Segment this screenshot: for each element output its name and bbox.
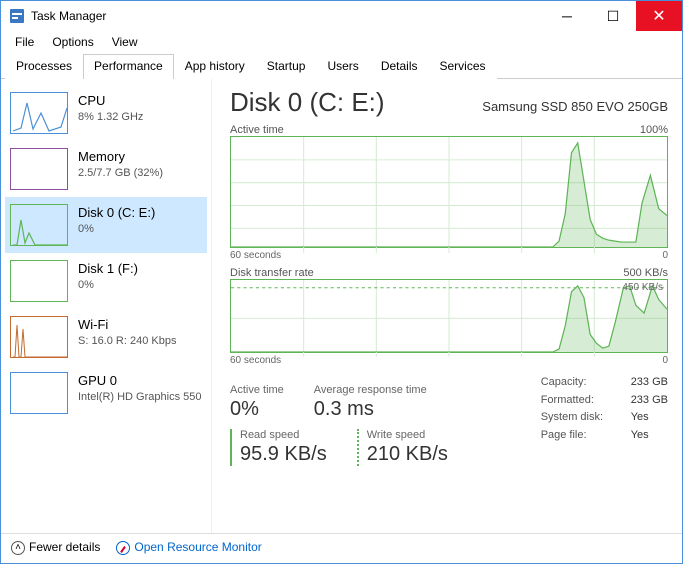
maximize-button[interactable]: ☐ (590, 1, 636, 31)
chevron-up-icon: ˄ (11, 541, 25, 555)
main-pane: Disk 0 (C: E:) Samsung SSD 850 EVO 250GB… (211, 79, 682, 533)
cpu-thumb-icon (10, 92, 68, 134)
chart2-label: Disk transfer rate (230, 267, 314, 279)
disk0-thumb-icon (10, 204, 68, 246)
sidebar-item-label: Disk 0 (C: E:) (78, 204, 155, 222)
menu-view[interactable]: View (104, 33, 146, 51)
resource-monitor-icon (116, 541, 130, 555)
sidebar-item-label: Disk 1 (F:) (78, 260, 138, 278)
tab-startup[interactable]: Startup (256, 54, 317, 79)
page-title: Disk 0 (C: E:) (230, 87, 385, 118)
menu-options[interactable]: Options (44, 33, 101, 51)
minimize-button[interactable]: ─ (544, 1, 590, 31)
sidebar-item-label: Wi-Fi (78, 316, 176, 334)
sidebar-item-sub: Intel(R) HD Graphics 550 (78, 390, 202, 405)
sidebar-item-label: Memory (78, 148, 163, 166)
bottom-bar: ˄Fewer details Open Resource Monitor (1, 533, 682, 561)
sidebar-item-wifi[interactable]: Wi-FiS: 16.0 R: 240 Kbps (5, 309, 207, 365)
tab-details[interactable]: Details (370, 54, 429, 79)
tab-processes[interactable]: Processes (5, 54, 83, 79)
tabs: Processes Performance App history Startu… (1, 53, 682, 79)
avg-response-label: Average response time (314, 384, 427, 396)
sidebar-item-disk1[interactable]: Disk 1 (F:)0% (5, 253, 207, 309)
sidebar-item-sub: 0% (78, 278, 138, 293)
read-speed-label: Read speed (240, 429, 327, 441)
chart2-max: 500 KB/s (623, 267, 668, 279)
capacity-value: 233 GB (631, 374, 668, 392)
sidebar-item-cpu[interactable]: CPU8% 1.32 GHz (5, 85, 207, 141)
disk1-thumb-icon (10, 260, 68, 302)
tab-users[interactable]: Users (316, 54, 369, 79)
sidebar-item-label: CPU (78, 92, 143, 110)
tab-app-history[interactable]: App history (174, 54, 256, 79)
menubar: File Options View (1, 31, 682, 53)
memory-thumb-icon (10, 148, 68, 190)
sysdisk-value: Yes (631, 409, 649, 427)
wifi-thumb-icon (10, 316, 68, 358)
sidebar-item-sub: 0% (78, 222, 155, 237)
active-time-label: Active time (230, 384, 284, 396)
menu-file[interactable]: File (7, 33, 42, 51)
sidebar-item-disk0[interactable]: Disk 0 (C: E:)0% (5, 197, 207, 253)
sidebar-item-sub: S: 16.0 R: 240 Kbps (78, 334, 176, 349)
sidebar-item-memory[interactable]: Memory2.5/7.7 GB (32%) (5, 141, 207, 197)
sidebar: CPU8% 1.32 GHz Memory2.5/7.7 GB (32%) Di… (1, 79, 211, 533)
titlebar: Task Manager ─ ☐ ✕ (1, 1, 682, 31)
close-button[interactable]: ✕ (636, 1, 682, 31)
formatted-value: 233 GB (631, 392, 668, 410)
tab-performance[interactable]: Performance (83, 54, 174, 79)
write-speed-value: 210 KB/s (367, 443, 448, 466)
avg-response-value: 0.3 ms (314, 398, 427, 421)
gpu0-thumb-icon (10, 372, 68, 414)
window-title: Task Manager (31, 9, 544, 23)
write-speed-label: Write speed (367, 429, 448, 441)
active-time-chart (230, 136, 668, 248)
transfer-rate-chart: 450 KB/s (230, 279, 668, 353)
chart1-max: 100% (640, 124, 668, 136)
active-time-value: 0% (230, 398, 284, 421)
disk-model: Samsung SSD 850 EVO 250GB (482, 99, 668, 114)
pagefile-value: Yes (631, 427, 649, 445)
disk-properties: Capacity:233 GB Formatted:233 GB System … (541, 374, 668, 466)
app-icon (9, 8, 25, 24)
open-resource-monitor-link[interactable]: Open Resource Monitor (116, 540, 261, 555)
chart1-label: Active time (230, 124, 284, 136)
chart2-dashed-label: 450 KB/s (622, 282, 663, 293)
sidebar-item-label: GPU 0 (78, 372, 202, 390)
sidebar-item-sub: 8% 1.32 GHz (78, 110, 143, 125)
tab-services[interactable]: Services (429, 54, 497, 79)
read-speed-value: 95.9 KB/s (240, 443, 327, 466)
sidebar-item-gpu0[interactable]: GPU 0Intel(R) HD Graphics 550 (5, 365, 207, 421)
sidebar-item-sub: 2.5/7.7 GB (32%) (78, 166, 163, 181)
fewer-details-button[interactable]: ˄Fewer details (11, 540, 100, 555)
